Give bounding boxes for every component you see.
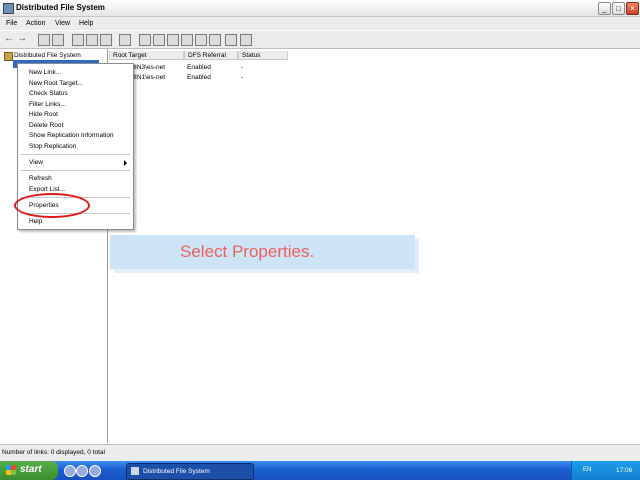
menu-action[interactable]: Action	[26, 20, 45, 27]
back-arrow-icon[interactable]: ←	[4, 34, 14, 44]
help-book-icon[interactable]	[119, 34, 131, 46]
row-referral: Enabled	[187, 74, 211, 81]
export-list-icon[interactable]	[100, 34, 112, 46]
filter-icon[interactable]	[195, 34, 207, 46]
dfs-app-icon	[3, 3, 14, 14]
quicklaunch-ie-icon[interactable]	[89, 465, 101, 477]
start-button[interactable]: start	[0, 461, 58, 480]
copy-icon[interactable]	[86, 34, 98, 46]
close-button[interactable]: ×	[626, 2, 639, 15]
menu-help[interactable]: Help	[79, 20, 93, 27]
start-label: start	[20, 464, 42, 475]
menu-item-filter-links[interactable]: Filter Links...	[29, 101, 66, 108]
column-dfs-referral[interactable]: DFS Referral	[184, 51, 238, 60]
menu-item-show-replication[interactable]: Show Replication Information	[29, 132, 114, 139]
column-root-target[interactable]: Root Target	[109, 51, 184, 60]
properties-highlight-ring	[14, 193, 90, 218]
menu-item-stop-replication[interactable]: Stop Replication	[29, 143, 76, 150]
menu-item-new-root-target[interactable]: New Root Target...	[29, 80, 83, 87]
window-title: Distributed File System	[16, 3, 105, 12]
quicklaunch-desktop-icon[interactable]	[64, 465, 76, 477]
up-folder-icon[interactable]	[38, 34, 50, 46]
row-status: -	[241, 74, 244, 81]
menu-item-new-link[interactable]: New Link...	[29, 69, 61, 76]
new-root-icon[interactable]	[139, 34, 151, 46]
maximize-button[interactable]: □	[612, 2, 625, 15]
dfs-root-icon	[4, 52, 13, 61]
show-tree-icon[interactable]	[52, 34, 64, 46]
pause-icon[interactable]	[209, 34, 221, 46]
menu-item-delete-root[interactable]: Delete Root	[29, 122, 63, 129]
column-status[interactable]: Status	[238, 51, 288, 60]
taskbar-button-label: Distributed File System	[143, 468, 210, 475]
row-status: -	[241, 64, 244, 71]
windows-logo-icon	[6, 465, 16, 475]
system-tray: EN 17:06	[571, 461, 640, 480]
status-text: Number of links: 0 displayed, 0 total	[2, 449, 105, 456]
status-bar: Number of links: 0 displayed, 0 total	[0, 444, 640, 461]
menu-bar: File Action View Help	[0, 17, 640, 30]
title-bar: Distributed File System _ □ ×	[0, 0, 640, 17]
minimize-button[interactable]: _	[598, 2, 611, 15]
instruction-text: Select Properties.	[180, 242, 315, 261]
forward-arrow-icon[interactable]: →	[17, 34, 27, 44]
cut-icon[interactable]	[72, 34, 84, 46]
delete-icon[interactable]	[240, 34, 252, 46]
menu-item-hide-root[interactable]: Hide Root	[29, 111, 58, 118]
menu-item-view[interactable]: View	[29, 159, 43, 166]
taskbar-button-dfs[interactable]: Distributed File System	[126, 463, 254, 480]
menu-item-refresh[interactable]: Refresh	[29, 175, 52, 182]
row-referral: Enabled	[187, 64, 211, 71]
stop-icon[interactable]	[225, 34, 237, 46]
new-link-icon[interactable]	[153, 34, 165, 46]
replication-icon[interactable]	[167, 34, 179, 46]
submenu-arrow-icon	[124, 160, 127, 166]
menu-view[interactable]: View	[55, 20, 70, 27]
tree-root-label[interactable]: Distributed File System	[14, 52, 81, 59]
dfs-task-icon	[131, 467, 139, 475]
toolbar: ← →	[0, 31, 640, 49]
language-indicator[interactable]: EN	[583, 467, 591, 473]
menu-item-export-list[interactable]: Export List...	[29, 186, 65, 193]
instruction-callout: Select Properties.	[110, 235, 415, 269]
check-status-icon[interactable]	[181, 34, 193, 46]
menu-item-check-status[interactable]: Check Status	[29, 90, 68, 97]
quicklaunch-browser-icon[interactable]	[76, 465, 88, 477]
menu-separator	[20, 170, 130, 171]
clock[interactable]: 17:06	[616, 467, 632, 474]
menu-item-help[interactable]: Help	[29, 218, 42, 225]
taskbar: start Distributed File System EN 17:06	[0, 461, 640, 480]
menu-file[interactable]: File	[6, 20, 17, 27]
menu-separator	[20, 154, 130, 155]
